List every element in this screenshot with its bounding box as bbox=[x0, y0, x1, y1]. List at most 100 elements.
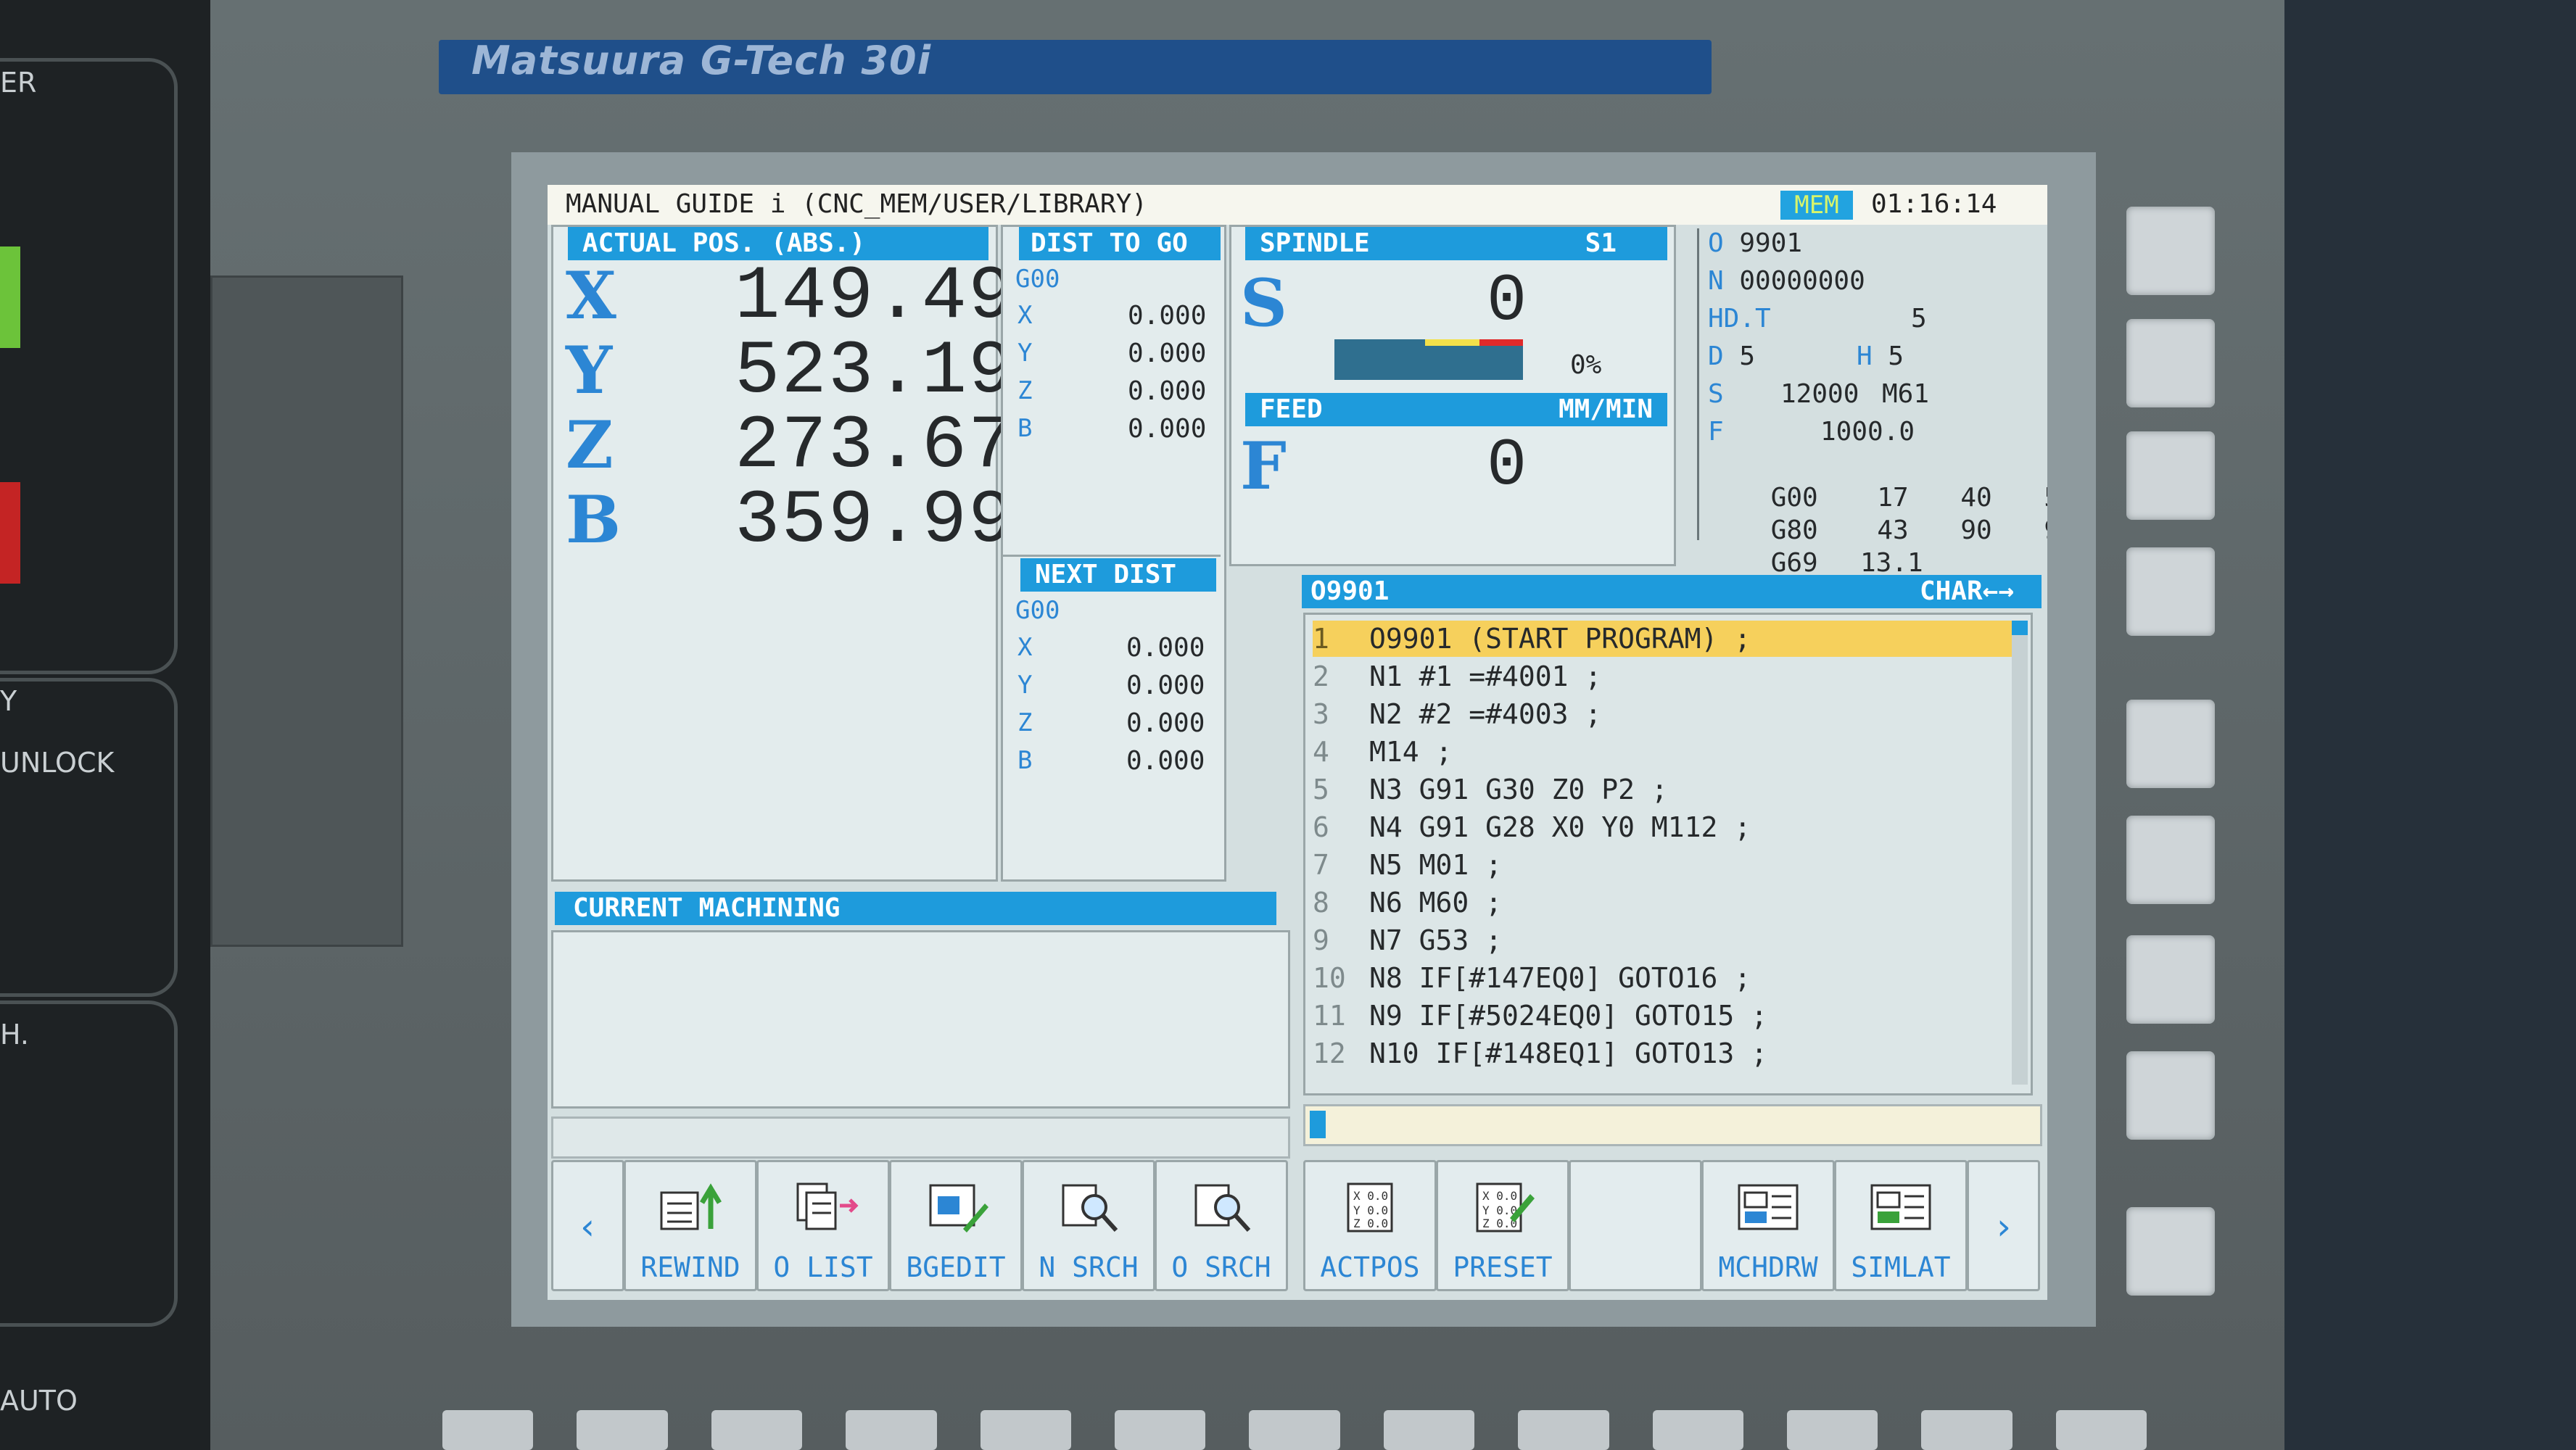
spindle-speed: 0 bbox=[1487, 263, 1529, 339]
g-code: 13.1 bbox=[1860, 548, 1923, 578]
program-line[interactable]: 10 N8 IF[#147EQ0] GOTO16 ; bbox=[1313, 960, 2012, 996]
feed-letter: F bbox=[1240, 428, 1287, 505]
softkey-empty[interactable] bbox=[1569, 1160, 1702, 1291]
divider bbox=[1003, 555, 1221, 557]
hardware-key[interactable] bbox=[711, 1410, 803, 1450]
hardware-key[interactable] bbox=[2126, 816, 2215, 904]
program-line[interactable]: 6 N4 G91 G28 X0 Y0 M112 ; bbox=[1313, 809, 2012, 845]
program-line[interactable]: 9 N7 G53 ; bbox=[1313, 922, 2012, 958]
bezel-recess bbox=[210, 276, 403, 947]
hardware-key[interactable] bbox=[1518, 1410, 1609, 1450]
softkey-mchdrw[interactable]: MCHDRW bbox=[1701, 1160, 1835, 1291]
search-icon bbox=[1062, 1184, 1118, 1232]
program-line[interactable]: 1 O9901 (START PROGRAM) ; bbox=[1313, 621, 2012, 657]
position-icon: X 0.0Y 0.0Z 0.0 bbox=[1347, 1182, 1393, 1232]
search-icon bbox=[1194, 1184, 1251, 1232]
line-number: 3 bbox=[1313, 698, 1329, 730]
hardware-key[interactable] bbox=[1652, 1410, 1743, 1450]
load-bar-red-zone bbox=[1479, 339, 1523, 346]
axis-label-b: B bbox=[566, 481, 622, 558]
m-code: M61 bbox=[1882, 379, 1930, 409]
modal-label: F bbox=[1708, 417, 1724, 447]
program-line[interactable]: 7 N5 M01 ; bbox=[1313, 847, 2012, 883]
spindle-header: SPINDLE S1 bbox=[1245, 227, 1667, 260]
modal-label: S bbox=[1708, 379, 1724, 409]
program-name: O9901 bbox=[1310, 576, 1390, 606]
hardware-key[interactable] bbox=[577, 1410, 668, 1450]
line-text: N1 #1 =#4001 ; bbox=[1369, 660, 1602, 692]
softkey-bgedit[interactable]: BGEDIT bbox=[889, 1160, 1023, 1291]
line-text: N6 M60 ; bbox=[1369, 887, 1503, 919]
softkey-preset[interactable]: X 0.0 Y 0.0 Z 0.0 PRESET bbox=[1436, 1160, 1569, 1291]
dist-to-go-x: 0.000 bbox=[1128, 301, 1207, 331]
scrollbar[interactable] bbox=[2012, 621, 2028, 1085]
hardware-key[interactable] bbox=[2126, 935, 2215, 1024]
line-text: O9901 (START PROGRAM) ; bbox=[1369, 623, 1751, 655]
modal-label: O bbox=[1708, 228, 1724, 258]
divider bbox=[1697, 228, 1699, 540]
hardware-key[interactable] bbox=[2126, 1207, 2215, 1296]
hardware-key[interactable] bbox=[2126, 431, 2215, 520]
spindle-channel: S1 bbox=[1585, 228, 1617, 258]
program-line[interactable]: 11 N9 IF[#5024EQ0] GOTO15 ; bbox=[1313, 998, 2012, 1034]
hardware-key[interactable] bbox=[980, 1410, 1071, 1450]
head-tool-value: 5 bbox=[1911, 304, 1927, 334]
program-line[interactable]: 2 N1 #1 =#4001 ; bbox=[1313, 658, 2012, 695]
hardware-key[interactable] bbox=[2126, 1051, 2215, 1140]
softkey-rewind[interactable]: REWIND bbox=[624, 1160, 757, 1291]
softkey-label: REWIND bbox=[640, 1251, 740, 1283]
scrollbar-thumb[interactable] bbox=[2012, 621, 2028, 635]
hardware-key[interactable] bbox=[1921, 1410, 2012, 1450]
line-text: N2 #2 =#4003 ; bbox=[1369, 698, 1602, 730]
program-listing[interactable]: 1 O9901 (START PROGRAM) ; 2 N1 #1 =#4001 ;… bbox=[1303, 613, 2033, 1095]
key-input-buffer[interactable] bbox=[1303, 1104, 2042, 1146]
rewind-icon bbox=[660, 1183, 722, 1230]
modal-o: O 9901 bbox=[1708, 228, 1802, 258]
hardware-key[interactable] bbox=[2126, 207, 2215, 295]
modal-label: D bbox=[1708, 341, 1724, 371]
hardware-key[interactable] bbox=[2126, 319, 2215, 407]
hardware-key[interactable] bbox=[846, 1410, 937, 1450]
axis-label-y: Y bbox=[566, 332, 613, 409]
load-bar-yellow-zone bbox=[1425, 339, 1479, 346]
panel-label: AUTO bbox=[0, 1385, 78, 1417]
axis-label: X bbox=[1017, 301, 1033, 330]
red-indicator-icon bbox=[0, 482, 20, 584]
right-arrow-icon: › bbox=[1992, 1206, 2015, 1248]
program-line[interactable]: 5 N3 G91 G30 Z0 P2 ; bbox=[1313, 771, 2012, 808]
softkey-o-search[interactable]: O SRCH bbox=[1155, 1160, 1288, 1291]
softkey-actpos[interactable]: X 0.0 Y 0.0 Z 0.0 ACTPOS bbox=[1303, 1160, 1437, 1291]
program-line[interactable]: 8 N6 M60 ; bbox=[1313, 884, 2012, 921]
softkey-prev[interactable]: ‹ bbox=[551, 1160, 624, 1291]
next-dist-b: 0.000 bbox=[1126, 746, 1205, 776]
list-icon bbox=[796, 1182, 859, 1230]
softkey-label: PRESET bbox=[1453, 1251, 1553, 1283]
softkey-next[interactable]: › bbox=[1967, 1160, 2040, 1291]
line-text: N4 G91 G28 X0 Y0 M112 ; bbox=[1369, 811, 1751, 843]
hardware-key[interactable] bbox=[1383, 1410, 1475, 1450]
hardware-key[interactable] bbox=[1786, 1410, 1878, 1450]
mode-indicator: MEM bbox=[1780, 191, 1853, 220]
hardware-key[interactable] bbox=[442, 1410, 534, 1450]
program-line[interactable]: 4 M14 ; bbox=[1313, 734, 2012, 770]
spindle-load-bar bbox=[1334, 339, 1523, 380]
softkey-o-list[interactable]: O LIST bbox=[756, 1160, 890, 1291]
program-line[interactable]: 3 N2 #2 =#4003 ; bbox=[1313, 696, 2012, 732]
modal-hdt: HD.T bbox=[1708, 304, 1771, 334]
g-code: 98 bbox=[1992, 515, 2047, 545]
program-line[interactable]: 12 N10 IF[#148EQ1] GOTO13 ; bbox=[1313, 1035, 2012, 1072]
hardware-key[interactable] bbox=[2055, 1410, 2147, 1450]
s-command: 12000 bbox=[1780, 379, 1859, 409]
modal-s: S bbox=[1708, 379, 1724, 409]
axis-label-z: Z bbox=[566, 407, 614, 484]
next-dist-gcode: G00 bbox=[1015, 596, 1060, 625]
hardware-key[interactable] bbox=[1249, 1410, 1340, 1450]
line-text: N9 IF[#5024EQ0] GOTO15 ; bbox=[1369, 1000, 1768, 1032]
line-number: 6 bbox=[1313, 811, 1329, 843]
dist-to-go-y: 0.000 bbox=[1128, 339, 1207, 368]
hardware-key[interactable] bbox=[2126, 547, 2215, 636]
hardware-key[interactable] bbox=[1114, 1410, 1206, 1450]
softkey-simlat[interactable]: SIMLAT bbox=[1834, 1160, 1968, 1291]
softkey-n-search[interactable]: N SRCH bbox=[1022, 1160, 1155, 1291]
hardware-key[interactable] bbox=[2126, 700, 2215, 788]
